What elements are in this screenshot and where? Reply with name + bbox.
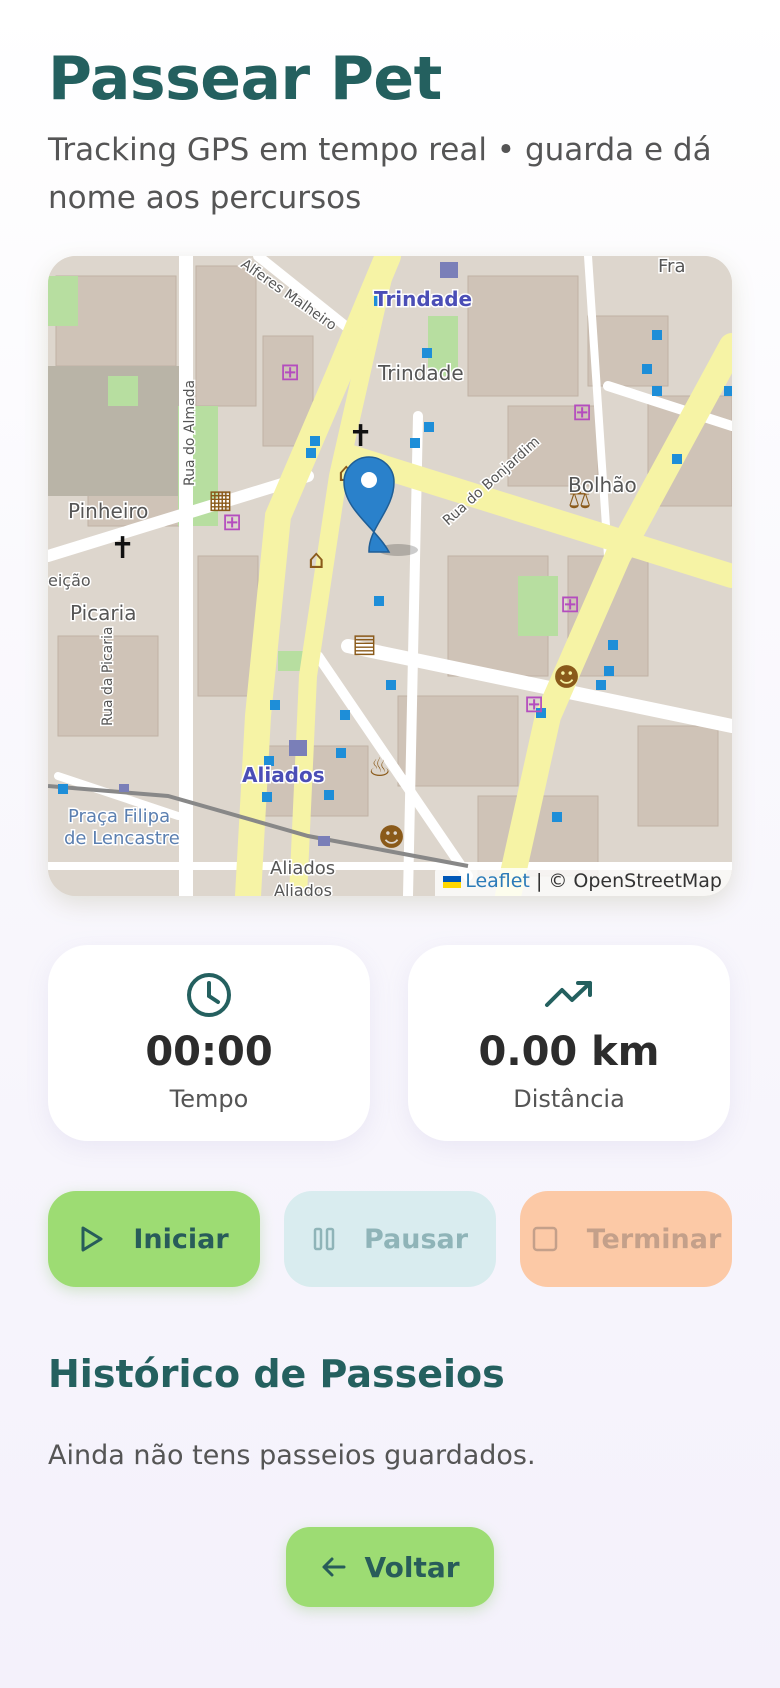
map-label-aliados-2: Aliados xyxy=(274,881,332,896)
map-label-aliados-station: Aliados xyxy=(242,763,325,787)
pause-icon xyxy=(313,1227,335,1251)
play-icon xyxy=(81,1226,103,1252)
page-subtitle: Tracking GPS em tempo real • guarda e dá… xyxy=(48,132,712,216)
map-label-almada: Rua do Almada xyxy=(182,380,198,486)
distance-card: 0.00 km Distância xyxy=(408,945,730,1141)
distance-value: 0.00 km xyxy=(478,1029,660,1075)
ukraine-flag-icon xyxy=(443,875,462,888)
svg-text:⊞: ⊞ xyxy=(222,508,242,536)
history-title: Histórico de Passeios xyxy=(48,1352,505,1396)
svg-text:✝: ✝ xyxy=(110,531,135,566)
map-attribution: Leaflet | © OpenStreetMap xyxy=(435,868,732,896)
svg-text:☻: ☻ xyxy=(378,823,405,853)
svg-text:▤: ▤ xyxy=(352,629,377,659)
history-empty-text: Ainda não tens passeios guardados. xyxy=(48,1440,536,1471)
map-tiles: ✝ ✝ ⌂ ▦ ⌂ ▤ ⚖ ☻ ♨ ☻ ⊞ ⊞ ⊞ ⊞ ⊞ Trindade xyxy=(48,256,732,896)
svg-text:⊞: ⊞ xyxy=(524,690,544,718)
map-label-pinheiro: Pinheiro xyxy=(68,499,148,523)
arrow-left-icon xyxy=(322,1557,346,1577)
back-label: Voltar xyxy=(364,1550,460,1584)
svg-text:⊞: ⊞ xyxy=(560,590,580,618)
svg-text:⌂: ⌂ xyxy=(308,545,325,575)
map-label-trindade: Trindade xyxy=(377,361,464,385)
map-label-eicao: eição xyxy=(48,571,91,590)
svg-text:⊞: ⊞ xyxy=(280,358,300,386)
svg-text:✝: ✝ xyxy=(348,419,373,454)
stop-label: Terminar xyxy=(586,1223,722,1255)
time-value: 00:00 xyxy=(145,1029,273,1075)
start-button[interactable]: Iniciar xyxy=(48,1191,260,1287)
map-label-trindade-station: Trindade xyxy=(374,287,472,311)
trending-up-icon xyxy=(545,981,592,1007)
start-label: Iniciar xyxy=(133,1223,229,1255)
time-card: 00:00 Tempo xyxy=(48,945,370,1141)
map-label-picaria: Picaria xyxy=(70,601,136,625)
map-label-aliados: Aliados xyxy=(270,858,335,879)
map-view[interactable]: ✝ ✝ ⌂ ▦ ⌂ ▤ ⚖ ☻ ♨ ☻ ⊞ ⊞ ⊞ ⊞ ⊞ Trindade xyxy=(48,256,732,896)
pause-button[interactable]: Pausar xyxy=(284,1191,496,1287)
stop-icon xyxy=(532,1226,557,1252)
map-label-lencastre: de Lencastre xyxy=(64,828,180,849)
map-label-bolhao: Bolhão xyxy=(568,473,637,497)
page-title: Passear Pet xyxy=(48,44,442,114)
leaflet-link[interactable]: Leaflet xyxy=(465,870,530,892)
map-label-fra: Fra xyxy=(658,256,685,277)
back-button[interactable]: Voltar xyxy=(286,1527,494,1607)
distance-label: Distância xyxy=(513,1085,625,1113)
time-label: Tempo xyxy=(169,1085,249,1113)
svg-text:☻: ☻ xyxy=(553,663,580,693)
osm-attribution[interactable]: | © OpenStreetMap xyxy=(536,870,722,892)
map-label-rua-picaria: Rua da Picaria xyxy=(100,627,116,726)
stop-button[interactable]: Terminar xyxy=(520,1191,732,1287)
map-label-praca: Praça Filipa xyxy=(68,806,170,827)
pause-label: Pausar xyxy=(363,1223,469,1255)
clock-icon xyxy=(187,973,231,1017)
svg-text:⊞: ⊞ xyxy=(572,398,592,426)
svg-text:♨: ♨ xyxy=(368,753,391,783)
